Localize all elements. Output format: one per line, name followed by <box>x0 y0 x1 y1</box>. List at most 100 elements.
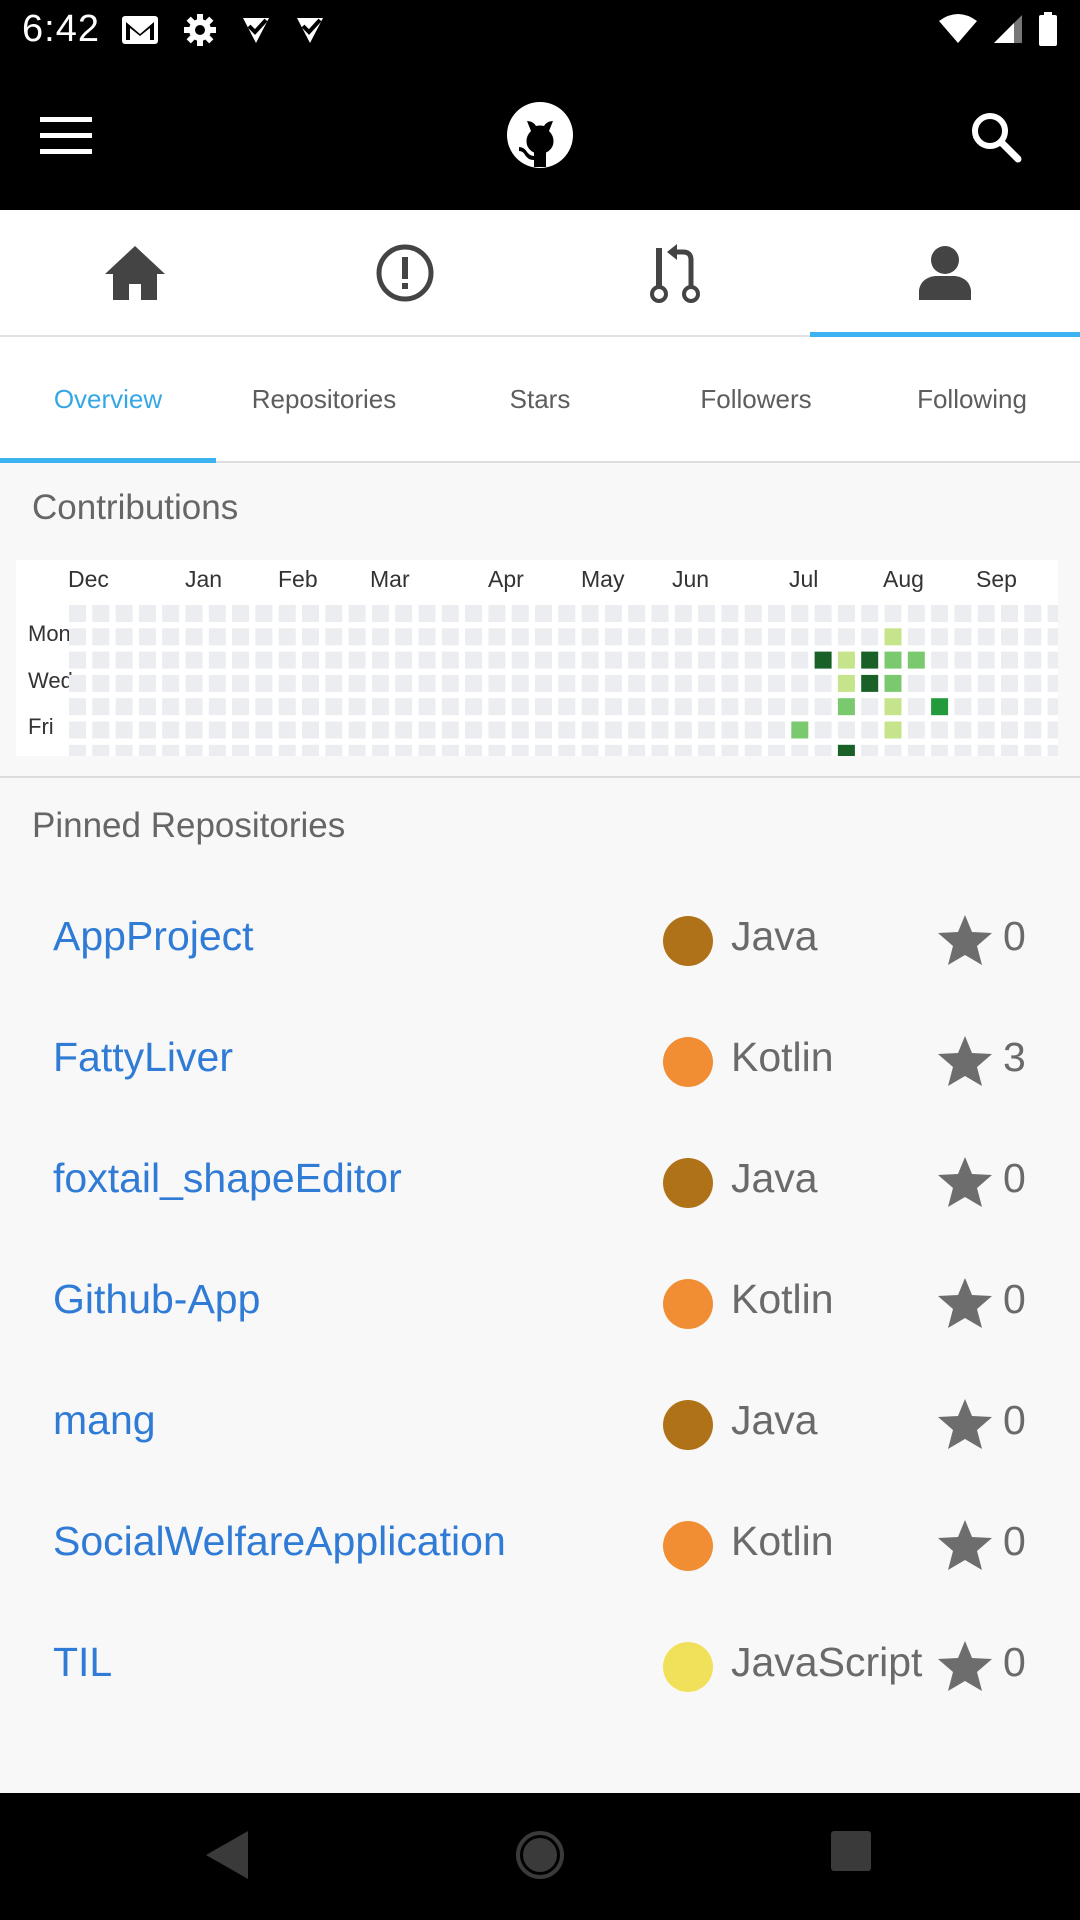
hamburger-menu-icon[interactable] <box>40 111 96 161</box>
contribution-cell <box>395 651 413 669</box>
contribution-cell <box>92 651 110 669</box>
status-time: 6:42 <box>22 8 100 50</box>
contribution-cell <box>884 698 902 716</box>
repo-row[interactable]: foxtail_shapeEditor Java 0 <box>0 1121 1080 1242</box>
contribution-cell <box>441 674 459 692</box>
contribution-cell <box>907 651 925 669</box>
repo-row[interactable]: TIL JavaScript 0 <box>0 1605 1080 1726</box>
repo-name[interactable]: Github-App <box>53 1276 260 1323</box>
battery-icon <box>1039 12 1057 46</box>
contribution-cell <box>232 605 250 622</box>
contribution-cell <box>185 744 203 756</box>
contribution-cell <box>418 698 436 716</box>
repo-name[interactable]: TIL <box>53 1639 112 1686</box>
contribution-cell <box>441 744 459 756</box>
settings-icon <box>184 14 216 46</box>
contribution-cell <box>744 744 762 756</box>
repo-language: Java <box>731 1155 818 1201</box>
recents-icon[interactable] <box>830 1829 872 1873</box>
contribution-cell <box>884 628 902 646</box>
contribution-cell <box>814 605 832 622</box>
contribution-cell <box>371 628 389 646</box>
nav-profile[interactable] <box>810 210 1080 337</box>
repo-name[interactable]: foxtail_shapeEditor <box>53 1155 402 1202</box>
contribution-cell <box>208 744 226 756</box>
contribution-cell <box>698 721 716 739</box>
contribution-cell <box>954 651 972 669</box>
home-circle-icon[interactable] <box>514 1829 566 1881</box>
contribution-cell <box>418 744 436 756</box>
repo-row[interactable]: FattyLiver Kotlin 3 <box>0 1000 1080 1121</box>
contribution-cell <box>208 628 226 646</box>
contribution-cell <box>395 605 413 622</box>
contribution-cell <box>674 605 692 622</box>
contribution-cell <box>302 721 319 739</box>
contribution-cell <box>907 698 925 716</box>
repo-name[interactable]: mang <box>53 1397 156 1444</box>
contribution-cell <box>325 721 343 739</box>
star-icon <box>938 1641 992 1691</box>
repo-row[interactable]: Github-App Kotlin 0 <box>0 1242 1080 1363</box>
contribution-cell <box>837 605 855 622</box>
contribution-cell <box>837 721 855 739</box>
contribution-cell <box>278 744 296 756</box>
contribution-cell <box>884 721 902 739</box>
contribution-cell <box>185 721 203 739</box>
contribution-cell <box>1047 744 1058 756</box>
nav-pull-requests[interactable] <box>540 210 810 335</box>
contribution-cell <box>791 651 809 669</box>
contribution-cell <box>1001 628 1018 646</box>
contribution-cell <box>651 698 669 716</box>
nav-home[interactable] <box>0 210 270 335</box>
nav-issues[interactable] <box>270 210 540 335</box>
pinned-title: Pinned Repositories <box>32 806 346 845</box>
tab-overview[interactable]: Overview <box>0 337 216 463</box>
contribution-cell <box>232 628 250 646</box>
contribution-cell <box>861 651 879 669</box>
contribution-cell <box>395 744 413 756</box>
contribution-cell <box>138 698 156 716</box>
contribution-cell <box>581 651 599 669</box>
contribution-cell <box>208 698 226 716</box>
contribution-cell <box>744 628 762 646</box>
contribution-cell <box>698 628 716 646</box>
contribution-cell <box>628 651 646 669</box>
contribution-cell <box>255 605 273 622</box>
contribution-cell <box>558 651 576 669</box>
contribution-cell <box>162 628 180 646</box>
contribution-cell <box>208 721 226 739</box>
star-icon <box>938 915 992 965</box>
back-icon[interactable] <box>204 1829 252 1881</box>
repo-name[interactable]: SocialWelfareApplication <box>53 1518 506 1565</box>
contribution-cell <box>791 744 809 756</box>
tab-stars[interactable]: Stars <box>432 337 648 461</box>
tab-followers[interactable]: Followers <box>648 337 864 461</box>
contribution-cell <box>1024 651 1042 669</box>
contribution-cell <box>907 721 925 739</box>
contribution-cell <box>395 628 413 646</box>
contribution-cell <box>115 721 133 739</box>
contribution-cell <box>465 698 483 716</box>
search-icon[interactable] <box>968 109 1024 165</box>
repo-row[interactable]: AppProject Java 0 <box>0 879 1080 1000</box>
contribution-cell <box>907 674 925 692</box>
contribution-cell <box>581 628 599 646</box>
contribution-cell <box>441 651 459 669</box>
contribution-cell <box>418 628 436 646</box>
contribution-cell <box>1001 744 1018 756</box>
tab-following[interactable]: Following <box>864 337 1080 461</box>
repo-row[interactable]: mang Java 0 <box>0 1363 1080 1484</box>
repo-row[interactable]: SocialWelfareApplication Kotlin 0 <box>0 1484 1080 1605</box>
contribution-cell <box>931 698 949 716</box>
contribution-cell <box>674 628 692 646</box>
contribution-cell <box>954 744 972 756</box>
contribution-cell <box>1001 721 1018 739</box>
contribution-cell <box>162 605 180 622</box>
contribution-cell <box>325 744 343 756</box>
contribution-cell <box>535 698 552 716</box>
contribution-cell <box>861 628 879 646</box>
tab-repositories[interactable]: Repositories <box>216 337 432 461</box>
main-nav <box>0 210 1080 337</box>
repo-name[interactable]: AppProject <box>53 913 254 960</box>
repo-name[interactable]: FattyLiver <box>53 1034 233 1081</box>
